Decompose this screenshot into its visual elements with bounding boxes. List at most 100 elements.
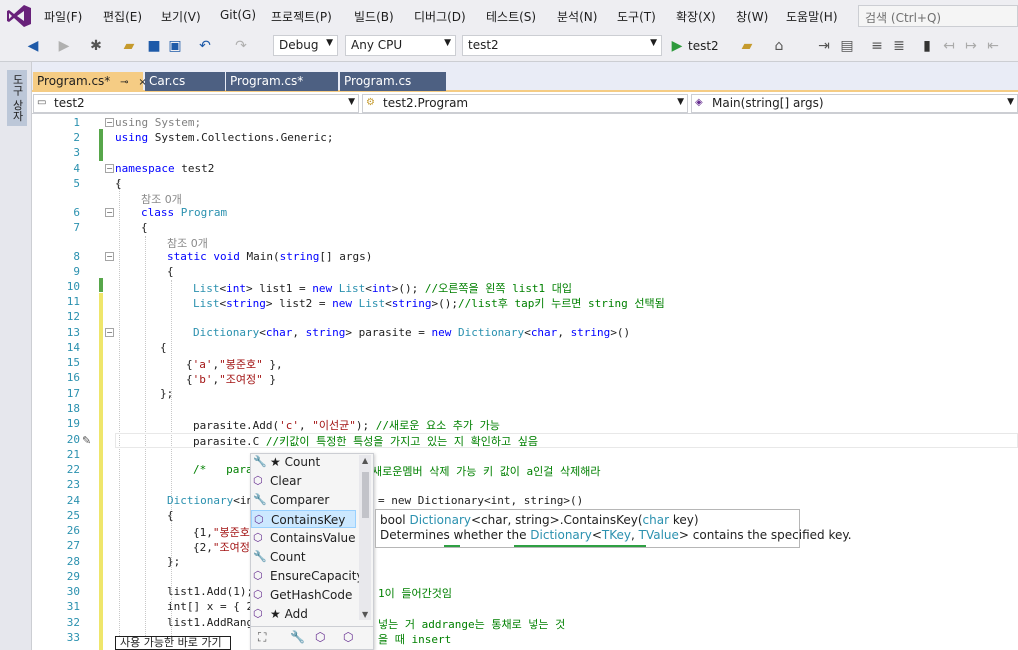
browse-folder-icon[interactable]: ▰: [738, 37, 756, 55]
completion-item-gethashcode[interactable]: ⬡ GetHashCode: [251, 586, 356, 604]
line-number: 33: [66, 631, 80, 644]
collapse-icon[interactable]: −: [105, 328, 114, 337]
change-marker-unsaved: [99, 293, 103, 650]
line-number: 20: [66, 433, 80, 446]
scroll-up-icon[interactable]: ▲: [362, 456, 368, 465]
code-line: /* para: [193, 463, 253, 476]
save-icon[interactable]: ■: [145, 37, 163, 55]
code-line: class Program: [141, 206, 228, 219]
available-shortcuts-hint[interactable]: 사용 가능한 바로 가기: [115, 636, 231, 650]
visual-studio-logo-icon[interactable]: [6, 4, 32, 28]
completion-item-clear[interactable]: ⬡ Clear: [251, 472, 356, 490]
redo-icon[interactable]: ↷: [232, 37, 250, 55]
collapse-icon[interactable]: −: [105, 118, 114, 127]
collapse-icon[interactable]: −: [105, 164, 114, 173]
search-input[interactable]: 검색 (Ctrl+Q): [858, 5, 1018, 27]
start-debug-label[interactable]: test2: [688, 39, 719, 53]
completion-item-containskey-selected[interactable]: ⬡ ContainsKey: [251, 510, 356, 528]
align-left-icon[interactable]: ≡: [868, 37, 886, 55]
menu-debug[interactable]: 디버그(D): [414, 8, 466, 25]
platform-dropdown[interactable]: Any CPU ▼: [345, 35, 456, 56]
tvalue-link[interactable]: TValue: [639, 528, 679, 542]
line-number: 4: [73, 162, 80, 175]
code-line: {'b',"조여정" }: [186, 373, 276, 386]
completion-item-count-starred[interactable]: 🔧 ★ Count: [251, 453, 356, 471]
menu-window[interactable]: 창(W): [736, 8, 768, 25]
forward-icon[interactable]: ▶: [55, 37, 73, 55]
member-nav-dropdown[interactable]: ◈ Main(string[] args) ▼: [691, 94, 1018, 113]
menu-edit[interactable]: 편집(E): [103, 8, 142, 25]
indent-guide: [119, 180, 120, 650]
tkey-link[interactable]: TKey: [602, 528, 631, 542]
undo-icon[interactable]: ↶: [196, 37, 214, 55]
completion-item-containsvalue[interactable]: ⬡ ContainsValue: [251, 529, 356, 547]
code-line: list1.AddRang: [167, 616, 254, 629]
startup-project-dropdown[interactable]: test2 ▼: [462, 35, 662, 56]
align-right-icon[interactable]: ≣: [890, 37, 908, 55]
layout-icon[interactable]: ▤: [838, 37, 856, 55]
quick-actions-pencil-icon[interactable]: ✎: [82, 434, 91, 447]
configuration-dropdown[interactable]: Debug ▼: [273, 35, 338, 56]
code-line-current[interactable]: parasite.C //키값이 특정한 특성을 가지고 있는 지 확인하고 싶…: [193, 433, 538, 449]
line-number: 1: [73, 116, 80, 129]
property-filter-icon[interactable]: 🔧: [290, 630, 305, 644]
dictionary-link[interactable]: Dictionary: [530, 528, 592, 542]
completion-item-comparer[interactable]: 🔧 Comparer: [251, 491, 356, 509]
tab-program-cs-active[interactable]: Program.cs* ⊸ ×: [33, 72, 147, 91]
menu-project[interactable]: 프로젝트(P): [271, 8, 332, 25]
completion-item-add-starred[interactable]: ⬡ ★ Add: [251, 605, 356, 623]
menu-analyze[interactable]: 분석(N): [557, 8, 597, 25]
code-line: namespace test2: [115, 162, 215, 175]
collapse-icon[interactable]: −: [105, 252, 114, 261]
clear-bookmarks-icon[interactable]: ⇤: [984, 37, 1002, 55]
tab-program-cs-3[interactable]: Program.cs: [340, 72, 446, 91]
menu-test[interactable]: 테스트(S): [486, 8, 536, 25]
code-line: {: [160, 341, 167, 354]
tab-program-cs-2[interactable]: Program.cs*: [226, 72, 338, 91]
project-nav-dropdown[interactable]: ▭ test2 ▼: [33, 94, 359, 113]
scroll-down-icon[interactable]: ▼: [362, 610, 368, 619]
type-nav-dropdown[interactable]: ⚙ test2.Program ▼: [362, 94, 688, 113]
completion-item-count[interactable]: 🔧 Count: [251, 548, 356, 566]
line-number: 13: [66, 326, 80, 339]
collapse-icon[interactable]: −: [105, 208, 114, 217]
toolbox-tab[interactable]: 도구 상자: [7, 70, 27, 126]
method-icon: ⬡: [253, 607, 263, 620]
menu-tools[interactable]: 도구(T): [617, 8, 656, 25]
step-icon[interactable]: ⇥: [815, 37, 833, 55]
save-all-icon[interactable]: ▣: [166, 37, 184, 55]
completion-item-ensurecapacity[interactable]: ⬡ EnsureCapacity: [251, 567, 364, 585]
menu-help[interactable]: 도움말(H): [786, 8, 838, 25]
line-number: 29: [66, 570, 80, 583]
expand-all-filter-icon[interactable]: ⛶: [258, 630, 266, 645]
open-folder-icon[interactable]: ▰: [120, 37, 138, 55]
left-tool-window-strip: [0, 62, 32, 650]
back-icon[interactable]: ◀: [24, 37, 42, 55]
start-debug-icon[interactable]: ▶: [668, 37, 686, 55]
tab-car-cs[interactable]: Car.cs: [145, 72, 225, 91]
reference-count-lens[interactable]: 참조 0개: [167, 235, 208, 251]
line-number: 26: [66, 524, 80, 537]
menu-git[interactable]: Git(G): [220, 8, 256, 22]
code-line: {2,"조여정: [193, 541, 250, 554]
menu-extensions[interactable]: 확장(X): [676, 8, 716, 25]
extension-method-filter-icon[interactable]: ⬡: [343, 630, 353, 644]
method-icon: ⬡: [253, 474, 263, 487]
completion-scrollbar-thumb[interactable]: [362, 472, 369, 518]
menu-build[interactable]: 빌드(B): [354, 8, 394, 25]
code-line-fragment: 넣는 거 addrange는 통채로 넣는 것: [378, 618, 566, 631]
home-icon[interactable]: ⌂: [770, 37, 788, 55]
menu-file[interactable]: 파일(F): [44, 8, 82, 25]
next-bookmark-icon[interactable]: ↦: [962, 37, 980, 55]
bookmark-icon[interactable]: ▮: [918, 37, 936, 55]
pin-icon[interactable]: ⊸: [120, 77, 128, 88]
code-line: List<int> list1 = new List<int>(); //오른쪽…: [193, 282, 573, 295]
prev-bookmark-icon[interactable]: ↤: [940, 37, 958, 55]
reference-count-lens[interactable]: 참조 0개: [141, 191, 182, 207]
menu-view[interactable]: 보기(V): [161, 8, 201, 25]
method-filter-icon[interactable]: ⬡: [315, 630, 325, 644]
new-project-icon[interactable]: ✱: [87, 37, 105, 55]
chevron-down-icon: ▼: [1007, 97, 1014, 107]
code-line: {: [167, 509, 174, 522]
wrench-icon: 🔧: [253, 550, 267, 563]
